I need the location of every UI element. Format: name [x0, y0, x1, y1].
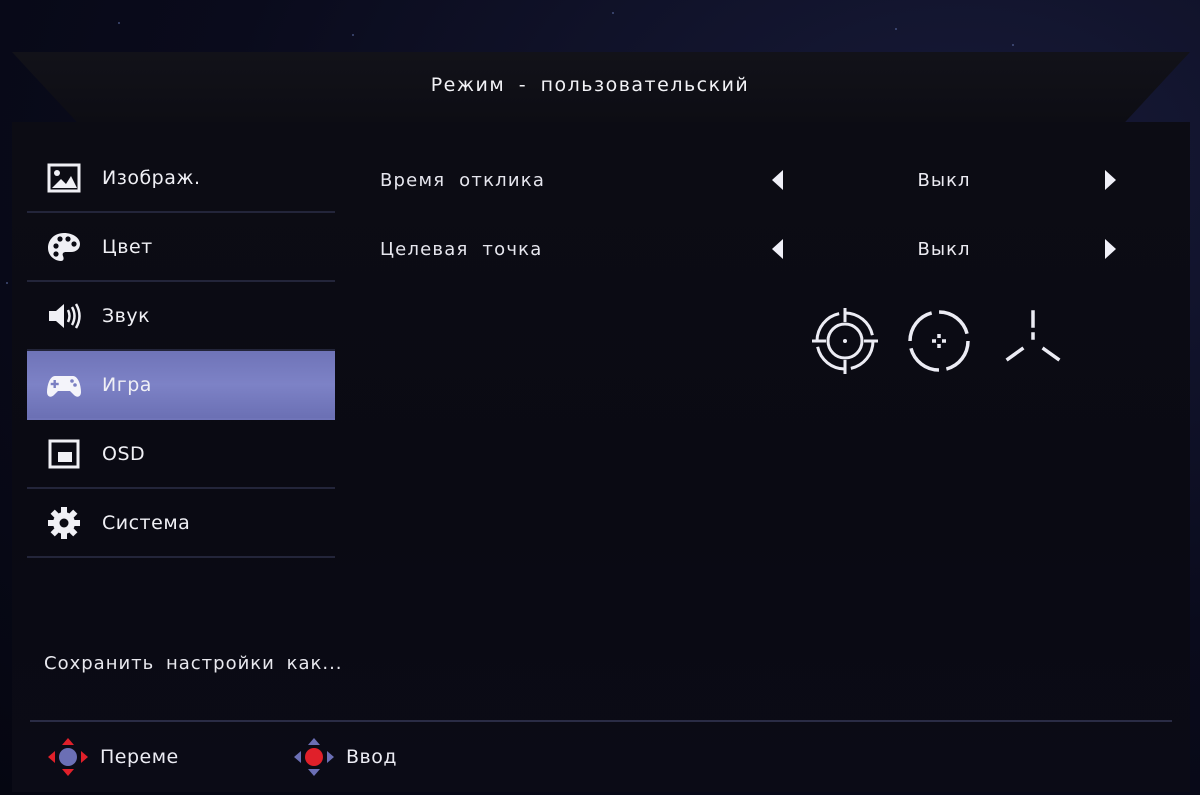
speaker-icon — [44, 296, 84, 336]
sidebar-item-label: Изображ. — [102, 166, 201, 189]
sidebar-item-color[interactable]: Цвет — [27, 213, 335, 282]
setting-label: Целевая точка — [380, 238, 543, 260]
crosshair-reticle-icon[interactable] — [810, 306, 880, 376]
arrow-left-icon[interactable] — [772, 170, 783, 190]
dpad-enter-icon — [294, 738, 334, 776]
sidebar-item-image[interactable]: Изображ. — [27, 144, 335, 213]
footer-move-hint: Переме — [46, 736, 179, 778]
save-settings-as-link[interactable]: Сохранить настройки как... — [44, 653, 343, 674]
reticle-options — [810, 305, 1092, 377]
dpad-move-icon — [48, 738, 88, 776]
arrow-right-icon[interactable] — [1105, 239, 1116, 259]
sidebar-item-system[interactable]: Система — [27, 489, 335, 558]
footer-move-label: Переме — [100, 746, 179, 768]
setting-value: Выкл — [917, 238, 971, 260]
setting-row-target-point[interactable]: Целевая точка Выкл — [380, 229, 1120, 269]
footer-enter-label: Ввод — [346, 746, 397, 768]
setting-label: Время отклика — [380, 169, 546, 191]
gamepad-icon — [44, 365, 84, 405]
palette-icon — [44, 227, 84, 267]
picture-icon — [44, 158, 84, 198]
page-title: Режим - пользовательский — [430, 74, 750, 96]
circle-dot-reticle-icon[interactable] — [904, 306, 974, 376]
gear-icon — [44, 503, 84, 543]
sidebar-item-game[interactable]: Игра — [27, 351, 335, 420]
sidebar-item-sound[interactable]: Звук — [27, 282, 335, 351]
footer-enter-hint: Ввод — [292, 736, 397, 778]
sidebar-item-label: OSD — [102, 442, 146, 465]
sidebar-item-label: Звук — [102, 304, 151, 327]
arrow-left-icon[interactable] — [772, 239, 783, 259]
footer-divider — [30, 720, 1172, 722]
setting-value: Выкл — [917, 169, 971, 191]
arrow-right-icon[interactable] — [1105, 170, 1116, 190]
sidebar: Изображ. Цвет Звук Игра OSD Система — [27, 144, 335, 558]
setting-row-response-time[interactable]: Время отклика Выкл — [380, 160, 1120, 200]
tri-line-reticle-icon[interactable] — [998, 306, 1068, 376]
osd-window-icon — [44, 434, 84, 474]
sidebar-item-label: Игра — [102, 373, 152, 396]
sidebar-item-label: Цвет — [102, 235, 153, 258]
sidebar-item-label: Система — [102, 511, 191, 534]
sidebar-item-osd[interactable]: OSD — [27, 420, 335, 489]
